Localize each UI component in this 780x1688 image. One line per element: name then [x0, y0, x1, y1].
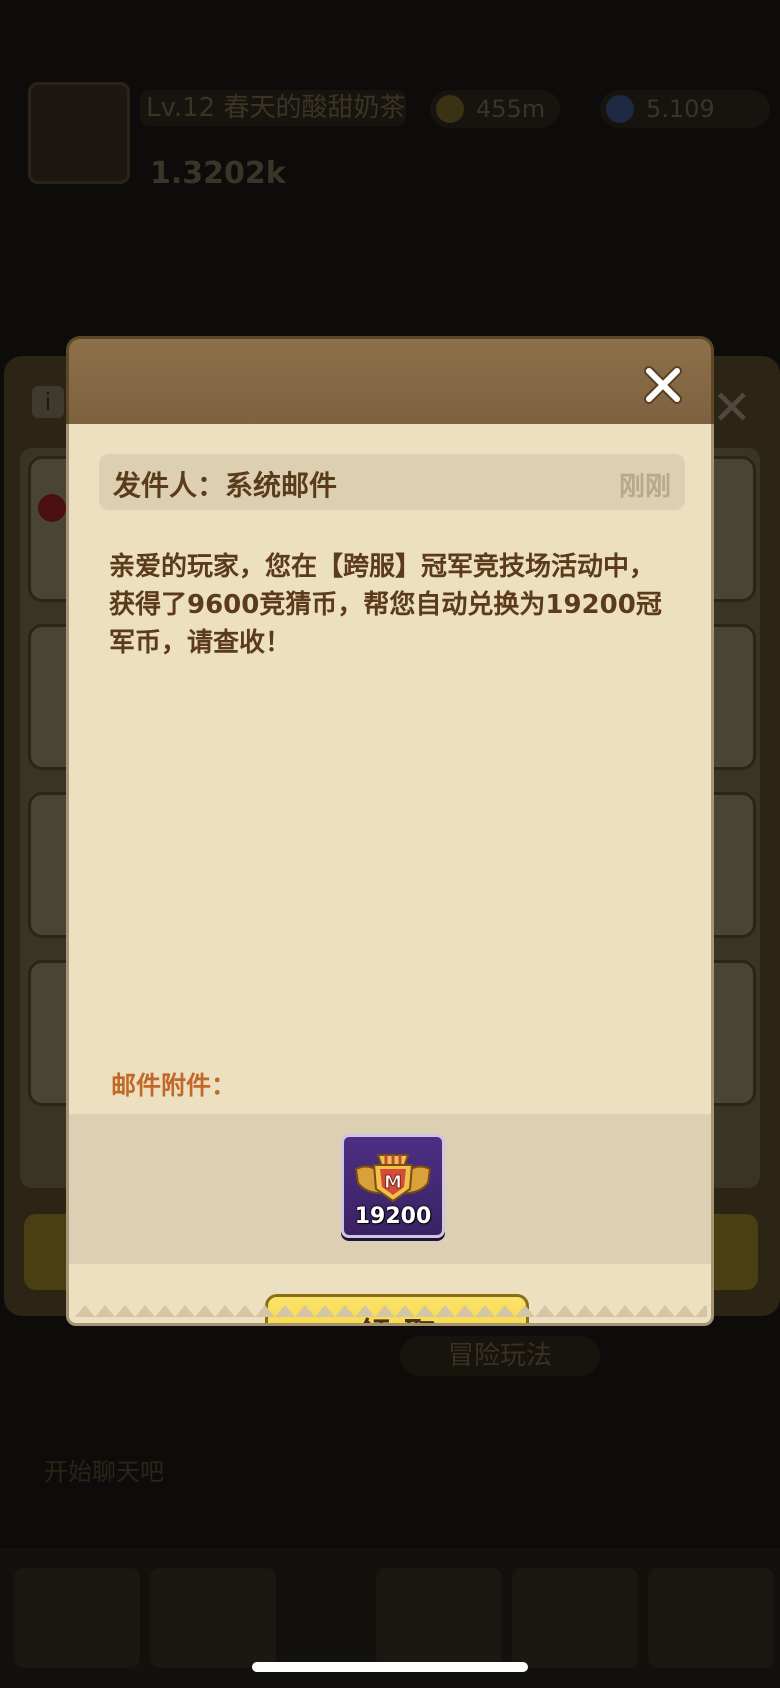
- home-indicator: [252, 1662, 528, 1672]
- player-avatar: [28, 82, 130, 184]
- tab-item: [376, 1568, 502, 1668]
- mail-detail-dialog: 发件人：系统邮件 刚刚 亲爱的玩家，您在【跨服】冠军竞技场活动中，获得了9600…: [66, 336, 714, 1326]
- sender-bar: 发件人：系统邮件 刚刚: [99, 454, 685, 510]
- mailbox-close-icon: ✕: [711, 380, 752, 436]
- attachments-strip: M 19200: [69, 1114, 711, 1264]
- decorative-border: [75, 1305, 707, 1317]
- close-icon: [644, 366, 682, 404]
- tab-item: [14, 1568, 140, 1668]
- tab-item: [150, 1568, 276, 1668]
- close-button[interactable]: [637, 359, 689, 411]
- dialog-header: [66, 336, 714, 428]
- info-icon: i: [32, 386, 64, 418]
- chat-bar: 开始聊天吧: [44, 1458, 164, 1486]
- tab-item: [648, 1568, 774, 1668]
- attachments-label: 邮件附件：: [111, 1071, 237, 1100]
- sender-label: 发件人：系统邮件: [113, 469, 338, 502]
- mail-message: 亲爱的玩家，您在【跨服】冠军竞技场活动中，获得了9600竞猜币，帮您自动兑换为1…: [109, 552, 662, 658]
- unread-badge: [38, 494, 66, 522]
- gold-counter: 455m: [430, 90, 560, 128]
- attachment-item-champion-coin[interactable]: M 19200: [341, 1134, 445, 1238]
- svg-text:M: M: [384, 1172, 402, 1193]
- player-power: 1.3202k: [150, 156, 286, 191]
- gem-counter: 5.109: [600, 90, 770, 128]
- attachment-count: 19200: [354, 1204, 432, 1229]
- mail-time: 刚刚: [618, 472, 671, 502]
- dialog-body: 发件人：系统邮件 刚刚 亲爱的玩家，您在【跨服】冠军竞技场活动中，获得了9600…: [66, 424, 714, 1326]
- adventure-label: 冒险玩法: [400, 1336, 600, 1376]
- tab-item: [512, 1568, 638, 1668]
- player-name: Lv.12 春天的酸甜奶茶: [140, 90, 406, 126]
